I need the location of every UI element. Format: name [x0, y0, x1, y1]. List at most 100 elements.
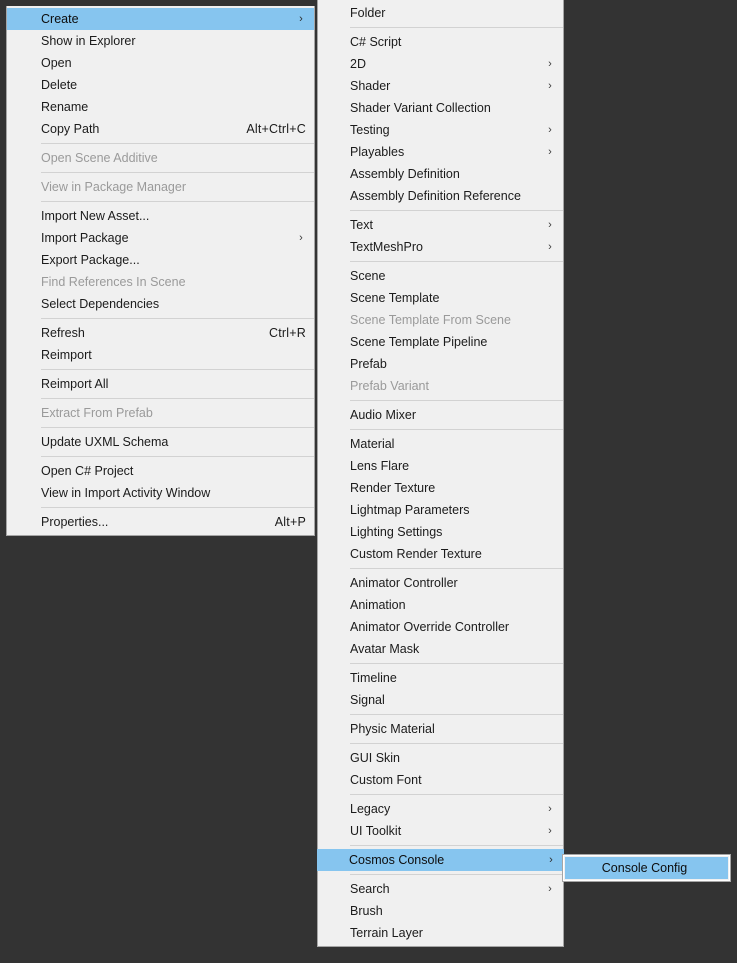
menu-item-prefab[interactable]: Prefab	[318, 353, 563, 375]
menu-item-render-texture[interactable]: Render Texture	[318, 477, 563, 499]
menu-item-label: Material	[350, 437, 395, 451]
menu-item-rename[interactable]: Rename	[7, 96, 314, 118]
menu-item-label: Animator Override Controller	[350, 620, 510, 634]
menu-item-label: Search	[350, 882, 390, 896]
menu-item-testing[interactable]: Testing ›	[318, 119, 563, 141]
menu-item-material[interactable]: Material	[318, 433, 563, 455]
menu-item-gui-skin[interactable]: GUI Skin	[318, 747, 563, 769]
menu-item-search[interactable]: Search ›	[318, 878, 563, 900]
menu-item-label: Import New Asset...	[41, 209, 150, 223]
menu-item-lens-flare[interactable]: Lens Flare	[318, 455, 563, 477]
menu-item-label: C# Script	[350, 35, 402, 49]
menu-item-shortcut: Alt+Ctrl+C	[246, 122, 306, 136]
cosmos-console-submenu[interactable]: Console Config	[562, 854, 731, 882]
menu-item-audio-mixer[interactable]: Audio Mixer	[318, 404, 563, 426]
menu-item-properties[interactable]: Properties... Alt+P	[7, 511, 314, 533]
menu-item-animation[interactable]: Animation	[318, 594, 563, 616]
menu-item-scene-template-pipeline[interactable]: Scene Template Pipeline	[318, 331, 563, 353]
menu-item-custom-font[interactable]: Custom Font	[318, 769, 563, 791]
menu-item-timeline[interactable]: Timeline	[318, 667, 563, 689]
menu-item-c-script[interactable]: C# Script	[318, 31, 563, 53]
menu-item-assembly-definition[interactable]: Assembly Definition	[318, 163, 563, 185]
menu-item-console-config[interactable]: Console Config	[565, 857, 728, 879]
menu-item-textmeshpro[interactable]: TextMeshPro ›	[318, 236, 563, 258]
menu-item-label: View in Import Activity Window	[41, 486, 211, 500]
menu-item-update-uxml-schema[interactable]: Update UXML Schema	[7, 431, 314, 453]
menu-item-import-package[interactable]: Import Package ›	[7, 227, 314, 249]
menu-item-label: Select Dependencies	[41, 297, 160, 311]
menu-item-playables[interactable]: Playables ›	[318, 141, 563, 163]
submenu-arrow-icon: ›	[548, 883, 552, 895]
menu-item-label: Assembly Definition	[350, 167, 460, 181]
menu-item-lighting-settings[interactable]: Lighting Settings	[318, 521, 563, 543]
menu-item-import-new-asset[interactable]: Import New Asset...	[7, 205, 314, 227]
menu-item-shortcut: Ctrl+R	[269, 326, 306, 340]
menu-item-label: Open C# Project	[41, 464, 134, 478]
menu-item-label: Legacy	[350, 802, 391, 816]
menu-item-physic-material[interactable]: Physic Material	[318, 718, 563, 740]
menu-item-scene-template[interactable]: Scene Template	[318, 287, 563, 309]
menu-item-shortcut: Alt+P	[274, 515, 306, 529]
menu-item-reimport-all[interactable]: Reimport All	[7, 373, 314, 395]
menu-item-prefab-variant: Prefab Variant	[318, 375, 563, 397]
menu-item-label: Scene Template Pipeline	[350, 335, 488, 349]
menu-item-refresh[interactable]: Refresh Ctrl+R	[7, 322, 314, 344]
menu-item-folder[interactable]: Folder	[318, 2, 563, 24]
menu-item-signal[interactable]: Signal	[318, 689, 563, 711]
menu-separator	[350, 845, 563, 846]
menu-item-reimport[interactable]: Reimport	[7, 344, 314, 366]
menu-separator	[41, 201, 314, 202]
menu-item-lightmap-parameters[interactable]: Lightmap Parameters	[318, 499, 563, 521]
menu-item-avatar-mask[interactable]: Avatar Mask	[318, 638, 563, 660]
menu-item-label: Lighting Settings	[350, 525, 443, 539]
desktop-background: Create › Show in Explorer Open Delete Rename C…	[0, 0, 737, 963]
menu-item-open[interactable]: Open	[7, 52, 314, 74]
menu-item-assembly-definition-reference[interactable]: Assembly Definition Reference	[318, 185, 563, 207]
menu-separator	[350, 400, 563, 401]
menu-item-open-c-project[interactable]: Open C# Project	[7, 460, 314, 482]
menu-separator	[41, 369, 314, 370]
menu-item-custom-render-texture[interactable]: Custom Render Texture	[318, 543, 563, 565]
menu-item-label: Terrain Layer	[350, 926, 423, 940]
menu-separator	[350, 27, 563, 28]
submenu-arrow-icon: ›	[548, 803, 552, 815]
menu-item-label: Lightmap Parameters	[350, 503, 470, 517]
menu-item-shader[interactable]: Shader ›	[318, 75, 563, 97]
menu-item-select-dependencies[interactable]: Select Dependencies	[7, 293, 314, 315]
menu-item-label: Console Config	[601, 861, 688, 875]
menu-item-label: Folder	[350, 6, 386, 20]
menu-item-animator-override-controller[interactable]: Animator Override Controller	[318, 616, 563, 638]
menu-item-legacy[interactable]: Legacy ›	[318, 798, 563, 820]
create-submenu[interactable]: Folder C# Script 2D › Shader › Shader Variant …	[317, 0, 564, 947]
menu-item-create[interactable]: Create ›	[7, 8, 314, 30]
menu-item-label: Create	[41, 12, 79, 26]
menu-item-shader-variant-collection[interactable]: Shader Variant Collection	[318, 97, 563, 119]
menu-item-scene[interactable]: Scene	[318, 265, 563, 287]
menu-item-terrain-layer[interactable]: Terrain Layer	[318, 922, 563, 944]
menu-separator	[350, 568, 563, 569]
menu-item-label: Custom Render Texture	[350, 547, 482, 561]
menu-item-label: Animation	[350, 598, 406, 612]
menu-item-label: Shader	[350, 79, 391, 93]
menu-item-label: Open Scene Additive	[41, 151, 158, 165]
menu-item-ui-toolkit[interactable]: UI Toolkit ›	[318, 820, 563, 842]
menu-item-2d[interactable]: 2D ›	[318, 53, 563, 75]
menu-item-label: Export Package...	[41, 253, 140, 267]
menu-item-brush[interactable]: Brush	[318, 900, 563, 922]
submenu-arrow-icon: ›	[548, 241, 552, 253]
menu-item-copy-path[interactable]: Copy Path Alt+Ctrl+C	[7, 118, 314, 140]
assets-context-menu[interactable]: Create › Show in Explorer Open Delete Rename C…	[6, 6, 315, 536]
menu-item-label: Render Texture	[350, 481, 436, 495]
submenu-arrow-icon: ›	[299, 13, 303, 25]
menu-item-label: Scene Template	[350, 291, 440, 305]
menu-item-scene-template-from-scene: Scene Template From Scene	[318, 309, 563, 331]
menu-item-delete[interactable]: Delete	[7, 74, 314, 96]
menu-item-view-in-import-activity-window[interactable]: View in Import Activity Window	[7, 482, 314, 504]
menu-item-animator-controller[interactable]: Animator Controller	[318, 572, 563, 594]
menu-item-text[interactable]: Text ›	[318, 214, 563, 236]
menu-item-show-in-explorer[interactable]: Show in Explorer	[7, 30, 314, 52]
menu-separator	[41, 507, 314, 508]
menu-item-export-package[interactable]: Export Package...	[7, 249, 314, 271]
menu-item-label: Prefab Variant	[350, 379, 429, 393]
menu-item-cosmos-console[interactable]: Cosmos Console ›	[317, 849, 564, 871]
